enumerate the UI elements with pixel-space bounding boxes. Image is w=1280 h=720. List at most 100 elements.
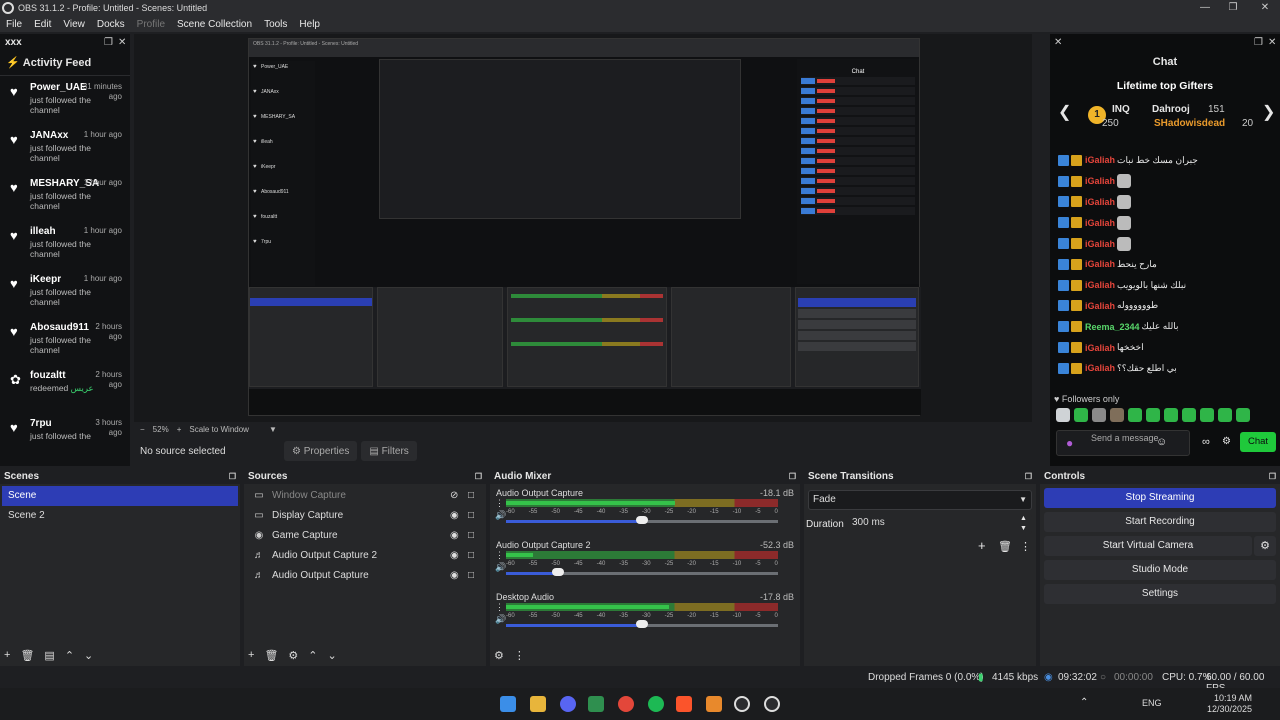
gear-icon[interactable]: ⚙ bbox=[288, 649, 298, 662]
emote[interactable] bbox=[1128, 408, 1142, 422]
studio-mode-button[interactable]: Studio Mode bbox=[1044, 560, 1276, 580]
chat-username[interactable]: iGaliah bbox=[1085, 176, 1115, 186]
emote[interactable] bbox=[1236, 408, 1250, 422]
hidden-eye-icon[interactable]: ⊘ bbox=[450, 486, 458, 506]
settings-icon[interactable]: ⚙ bbox=[1222, 436, 1231, 447]
spin-up-icon[interactable]: ▲ bbox=[1020, 515, 1027, 522]
emote[interactable] bbox=[1074, 408, 1088, 422]
add-icon[interactable]: + bbox=[248, 649, 254, 661]
stop-streaming-button[interactable]: Stop Streaming bbox=[1044, 488, 1276, 508]
speaker-icon[interactable]: 🔊 bbox=[495, 613, 506, 625]
scene-item[interactable]: Scene bbox=[2, 486, 238, 506]
duration-input[interactable]: 300 ms bbox=[848, 514, 1032, 534]
chat-username[interactable]: iGaliah bbox=[1085, 280, 1115, 290]
menu-icon[interactable]: ⋮ bbox=[495, 549, 506, 561]
remove-icon[interactable]: 🗑 bbox=[998, 540, 1012, 553]
menu-docks[interactable]: Docks bbox=[91, 19, 131, 30]
brave-icon[interactable] bbox=[676, 696, 692, 712]
chrome-icon[interactable] bbox=[618, 696, 634, 712]
close-dock-icon[interactable]: ✕ bbox=[1268, 37, 1276, 48]
app-icon[interactable] bbox=[706, 696, 722, 712]
remove-icon[interactable]: 🗑 bbox=[264, 649, 278, 662]
float-dock-icon[interactable]: ❐ bbox=[1025, 470, 1032, 484]
language-indicator[interactable]: ENG bbox=[1142, 698, 1162, 708]
lock-icon[interactable]: □ bbox=[468, 526, 474, 546]
emoji-icon[interactable]: ☺ bbox=[1156, 436, 1167, 448]
lock-icon[interactable]: □ bbox=[468, 486, 474, 506]
chevron-up-icon[interactable]: ⌃ bbox=[1080, 697, 1088, 708]
float-dock-icon[interactable]: ❐ bbox=[789, 470, 796, 484]
menu-file[interactable]: File bbox=[0, 19, 28, 30]
emote[interactable] bbox=[1110, 408, 1124, 422]
windows-start-icon[interactable] bbox=[500, 696, 516, 712]
chat-username[interactable]: iGaliah bbox=[1085, 259, 1115, 269]
volume-slider-knob[interactable] bbox=[636, 516, 648, 524]
float-dock-icon[interactable]: ❐ bbox=[1254, 37, 1263, 48]
emote[interactable] bbox=[1164, 408, 1178, 422]
source-item[interactable]: ♬ Audio Output Capture 2 ◉ □ bbox=[244, 546, 486, 566]
scale-mode[interactable]: Scale to Window bbox=[189, 425, 249, 434]
start-recording-button[interactable]: Start Recording bbox=[1044, 512, 1276, 532]
chat-username[interactable]: iGaliah bbox=[1085, 301, 1115, 311]
float-dock-icon[interactable]: ❐ bbox=[475, 470, 482, 484]
move-down-icon[interactable]: ⌄ bbox=[84, 649, 93, 662]
add-icon[interactable]: + bbox=[4, 649, 10, 661]
emote[interactable] bbox=[1182, 408, 1196, 422]
eye-icon[interactable]: ◉ bbox=[450, 546, 459, 566]
maximize-button[interactable]: ❐ bbox=[1218, 0, 1248, 16]
lock-icon[interactable]: □ bbox=[468, 546, 474, 566]
settings-button[interactable]: Settings bbox=[1044, 584, 1276, 604]
volume-slider-knob[interactable] bbox=[636, 620, 648, 628]
virtual-camera-settings-icon[interactable]: ⚙ bbox=[1254, 536, 1276, 556]
emote[interactable] bbox=[1056, 408, 1070, 422]
chat-username[interactable]: iGaliah bbox=[1085, 155, 1115, 165]
file-explorer-icon[interactable] bbox=[530, 696, 546, 712]
close-dock-icon[interactable]: ✕ bbox=[1054, 37, 1062, 48]
menu-view[interactable]: View bbox=[57, 19, 91, 30]
scene-item[interactable]: Scene 2 bbox=[2, 506, 238, 526]
eye-icon[interactable]: ◉ bbox=[450, 526, 459, 546]
menu-icon[interactable]: ⋮ bbox=[1020, 540, 1031, 553]
float-dock-icon[interactable]: ❐ bbox=[229, 470, 236, 484]
obs-icon[interactable] bbox=[734, 696, 750, 712]
excel-icon[interactable] bbox=[588, 696, 604, 712]
move-down-icon[interactable]: ⌄ bbox=[328, 649, 337, 662]
speaker-icon[interactable]: 🔊 bbox=[495, 561, 506, 573]
eye-icon[interactable]: ◉ bbox=[450, 566, 459, 586]
spotify-icon[interactable] bbox=[648, 696, 664, 712]
zoom-out-button[interactable]: − bbox=[140, 425, 145, 434]
speaker-icon[interactable]: 🔊 bbox=[495, 509, 506, 521]
filters-button[interactable]: ▤ Filters bbox=[361, 441, 417, 461]
mic-icon[interactable]: ● bbox=[1066, 436, 1073, 450]
transition-select[interactable]: Fade ▼ bbox=[808, 490, 1032, 510]
chat-username[interactable]: iGaliah bbox=[1085, 197, 1115, 207]
eye-icon[interactable]: ◉ bbox=[450, 506, 459, 526]
emote[interactable] bbox=[1218, 408, 1232, 422]
lock-icon[interactable]: □ bbox=[468, 566, 474, 586]
gift-icon[interactable]: ∞ bbox=[1202, 436, 1210, 448]
clock[interactable]: 10:19 AM 12/30/2025 bbox=[1207, 693, 1252, 715]
discord-icon[interactable] bbox=[560, 696, 576, 712]
source-item[interactable]: ♬ Audio Output Capture ◉ □ bbox=[244, 566, 486, 586]
menu-help[interactable]: Help bbox=[293, 19, 326, 30]
start-virtual-camera-button[interactable]: Start Virtual Camera bbox=[1044, 536, 1252, 556]
volume-slider-knob[interactable] bbox=[552, 568, 564, 576]
chevron-down-icon[interactable]: ▼ bbox=[269, 425, 277, 434]
advanced-audio-icon[interactable]: ⚙ bbox=[494, 649, 504, 662]
properties-button[interactable]: ⚙ Properties bbox=[284, 441, 358, 461]
chat-username[interactable]: Reema_2344 bbox=[1085, 322, 1140, 332]
chat-send-button[interactable]: Chat bbox=[1240, 432, 1276, 452]
app-icon[interactable] bbox=[764, 696, 780, 712]
chat-username[interactable]: iGaliah bbox=[1085, 218, 1115, 228]
chat-username[interactable]: iGaliah bbox=[1085, 239, 1115, 249]
menu-edit[interactable]: Edit bbox=[28, 19, 57, 30]
zoom-in-button[interactable]: + bbox=[177, 425, 182, 434]
menu-icon[interactable]: ⋮ bbox=[495, 497, 506, 509]
minimize-button[interactable]: — bbox=[1190, 0, 1220, 16]
move-up-icon[interactable]: ⌃ bbox=[65, 649, 74, 662]
source-item[interactable]: ◉ Game Capture ◉ □ bbox=[244, 526, 486, 546]
menu-scene-collection[interactable]: Scene Collection bbox=[171, 19, 258, 30]
emote[interactable] bbox=[1200, 408, 1214, 422]
lock-icon[interactable]: □ bbox=[468, 506, 474, 526]
float-dock-icon[interactable]: ❐ bbox=[1269, 470, 1276, 484]
